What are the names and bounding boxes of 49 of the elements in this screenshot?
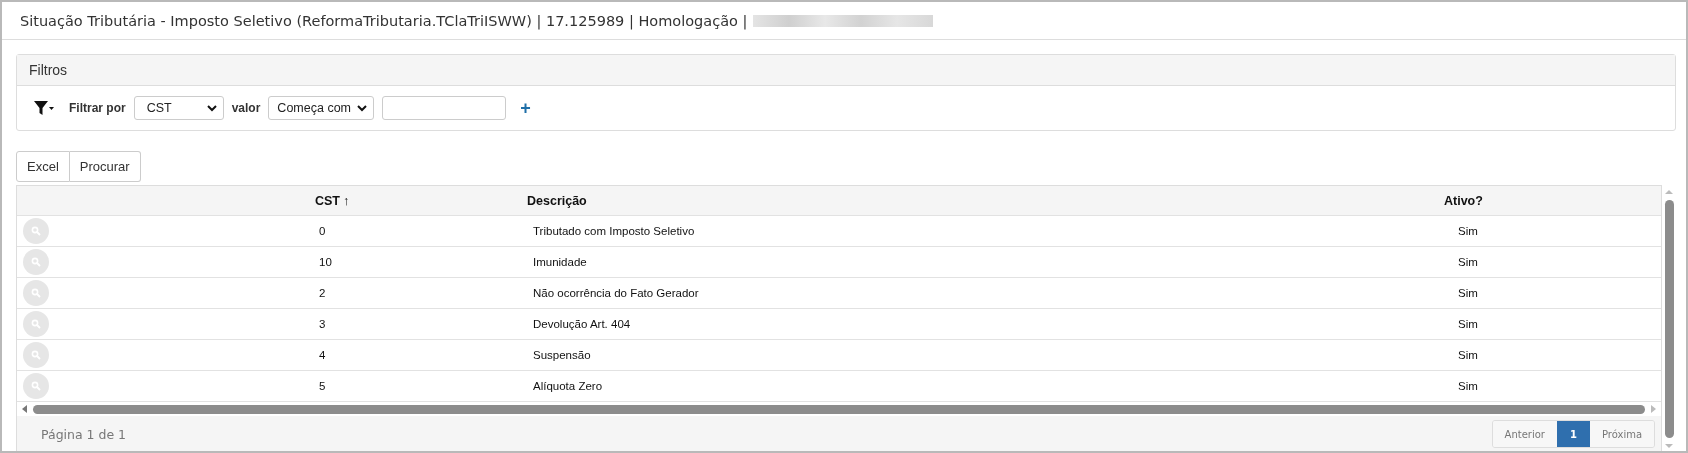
table-cell: Sim <box>1458 318 1478 330</box>
table-cell: Tributado com Imposto Seletivo <box>533 225 695 237</box>
scroll-up-icon[interactable] <box>1664 188 1674 196</box>
table-cell: Imunidade <box>533 256 587 268</box>
window-title: Situação Tributária - Imposto Seletivo (ReformaTributaria.TClaTriISWW) | 17.125989 | Homologação | <box>20 12 748 29</box>
table-cell: 3 <box>319 318 326 330</box>
search-icon[interactable] <box>23 373 49 399</box>
horizontal-scrollbar[interactable] <box>33 404 1646 414</box>
search-icon[interactable] <box>23 218 49 244</box>
column-header[interactable]: Descrição <box>527 193 587 208</box>
column-header[interactable]: Ativo? <box>1444 193 1483 208</box>
field-select[interactable]: CST <box>133 96 224 120</box>
sort-indicator: ↑ <box>343 193 350 208</box>
table-cell: Devolução Art. 404 <box>533 318 631 330</box>
page-button[interactable]: 1 <box>1556 421 1590 447</box>
toolbar-button[interactable]: Procurar <box>69 151 141 182</box>
value-label: valor <box>231 101 261 115</box>
caret-icon <box>357 104 368 112</box>
table-cell: Sim <box>1458 380 1478 392</box>
search-icon[interactable] <box>23 280 49 306</box>
table-cell: Sim <box>1458 349 1478 361</box>
table-cell: Sim <box>1458 225 1478 237</box>
filter-by-label: Filtrar por <box>69 101 126 115</box>
table-cell: 2 <box>319 287 326 299</box>
table-cell: 10 <box>319 256 332 268</box>
add-filter-button[interactable]: + <box>520 97 531 119</box>
scroll-down-icon[interactable] <box>1664 442 1674 450</box>
table-cell: 4 <box>319 349 326 361</box>
scroll-left-icon[interactable] <box>21 404 29 414</box>
caret-icon <box>206 104 217 112</box>
table-cell: Não ocorrência do Fato Gerador <box>533 287 699 299</box>
panel-title: Filtros <box>29 62 68 78</box>
table-cell: 5 <box>319 380 326 392</box>
table-cell: Sim <box>1458 287 1478 299</box>
table-cell: Suspensão <box>533 349 591 361</box>
vertical-scrollbar[interactable] <box>1664 200 1674 438</box>
toolbar-button[interactable]: Excel <box>16 151 70 182</box>
page-info: Página 1 de 1 <box>41 426 127 442</box>
table-cell: Alíquota Zero <box>533 380 603 392</box>
column-header[interactable]: CST <box>315 193 340 208</box>
table-cell: 0 <box>319 225 326 237</box>
scroll-right-icon[interactable] <box>1649 404 1658 414</box>
search-icon[interactable] <box>23 311 49 337</box>
search-icon[interactable] <box>23 342 49 368</box>
value-input[interactable] <box>382 96 507 120</box>
filter-icon[interactable] <box>33 99 55 117</box>
table-cell: Sim <box>1458 256 1478 268</box>
operator-select[interactable]: Começa com <box>268 96 375 120</box>
search-icon[interactable] <box>23 249 49 275</box>
